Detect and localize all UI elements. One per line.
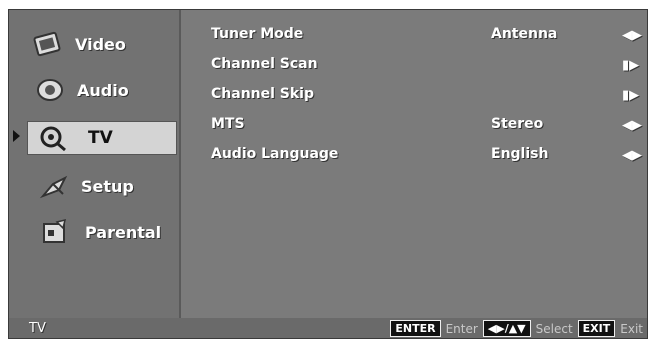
sidebar-item-setup[interactable]: Setup [9,166,179,206]
sidebar-item-video[interactable]: Video [9,24,179,64]
exit-key-badge: EXIT [577,320,616,337]
menu-row-channel-skip[interactable]: Channel Skip ▮▶ [181,81,647,111]
parental-icon [37,217,71,247]
left-right-arrow-icon[interactable]: ◀▶ [622,28,642,43]
setup-icon [37,171,71,201]
footer-title: TV [29,320,46,336]
row-label: Tuner Mode [211,26,304,42]
row-label: MTS [211,116,245,132]
audio-icon [33,75,67,105]
row-label: Channel Scan [211,56,318,72]
enter-hint-label: Enter [445,321,478,336]
enter-key-badge: ENTER [390,320,441,337]
row-value: Antenna [491,26,558,42]
tv-settings-panel: Tuner Mode Antenna ◀▶ Channel Scan ▮▶ Ch… [181,10,647,318]
tv-icon [36,123,70,153]
menu-row-mts[interactable]: MTS Stereo ◀▶ [181,111,647,141]
sidebar-item-label: Video [75,34,126,54]
enter-arrow-icon[interactable]: ▮▶ [622,88,639,103]
left-right-arrow-icon[interactable]: ◀▶ [622,148,642,163]
enter-arrow-icon[interactable]: ▮▶ [622,58,639,73]
exit-hint-label: Exit [620,321,643,336]
sidebar-item-label: TV [88,128,113,148]
video-icon [31,29,65,59]
navigation-arrows-icon: ◀▶/▲▼ [482,320,531,337]
sidebar-item-label: Audio [77,80,129,100]
menu-row-tuner-mode[interactable]: Tuner Mode Antenna ◀▶ [181,21,647,51]
sidebar-item-tv[interactable]: TV [27,121,177,155]
selection-pointer-icon [13,130,20,142]
footer-hints: ENTER Enter ◀▶/▲▼ Select EXIT Exit [390,320,643,337]
tv-osd-screen: Video Audio TV Setup Parental Tuner Mode… [8,9,648,339]
footer-bar: TV ENTER Enter ◀▶/▲▼ Select EXIT Exit [9,318,647,338]
row-value: English [491,146,549,162]
left-right-arrow-icon[interactable]: ◀▶ [622,118,642,133]
sidebar: Video Audio TV Setup Parental [9,10,181,318]
row-value: Stereo [491,116,544,132]
sidebar-item-label: Setup [81,176,134,196]
select-hint-label: Select [535,321,573,336]
sidebar-item-label: Parental [85,222,162,242]
row-label: Channel Skip [211,86,315,102]
menu-row-audio-language[interactable]: Audio Language English ◀▶ [181,141,647,171]
sidebar-item-parental[interactable]: Parental [9,212,179,252]
sidebar-item-audio[interactable]: Audio [9,70,179,110]
row-label: Audio Language [211,146,339,162]
menu-row-channel-scan[interactable]: Channel Scan ▮▶ [181,51,647,81]
